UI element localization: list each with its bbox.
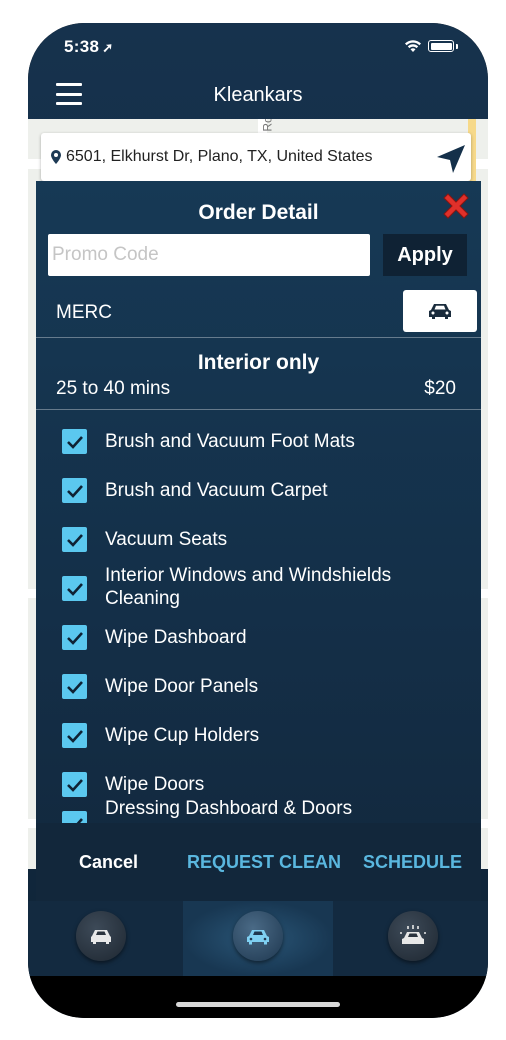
tab-car-wash[interactable]	[233, 911, 283, 961]
checkmark-icon	[66, 778, 83, 792]
close-x-icon[interactable]	[439, 189, 473, 223]
checkbox-checked[interactable]	[62, 478, 87, 503]
battery-icon	[428, 40, 454, 52]
address-bar[interactable]: 6501, Elkhurst Dr, Plano, TX, United Sta…	[41, 133, 471, 181]
car-icon	[429, 304, 451, 319]
car-wash-spray-icon	[400, 925, 426, 944]
apply-button[interactable]: Apply	[383, 234, 467, 276]
checkmark-icon	[66, 484, 83, 498]
checkbox-checked[interactable]	[62, 527, 87, 552]
app-title: Kleankars	[213, 84, 303, 106]
checklist-item-label: Vacuum Seats	[105, 529, 228, 550]
checkmark-icon	[66, 631, 83, 645]
checkmark-icon	[66, 729, 83, 743]
location-arrow-icon: ➚	[102, 40, 114, 55]
order-action-bar: Cancel REQUEST CLEAN SCHEDULE	[36, 823, 481, 901]
status-time: 5:38 ➚	[64, 37, 113, 57]
schedule-button[interactable]: SCHEDULE	[363, 852, 462, 873]
checklist-item-label: Wipe Doors	[105, 774, 205, 795]
checklist-item-label: Interior Windows and Windshields Cleanin…	[105, 565, 392, 609]
navigation-arrow-icon[interactable]	[435, 143, 467, 175]
divider	[36, 409, 481, 410]
checklist-item-label: Wipe Door Panels	[105, 676, 259, 697]
select-car-button[interactable]	[403, 290, 477, 332]
car-icon	[91, 930, 111, 944]
checkmark-icon	[66, 435, 83, 449]
order-detail-modal: Order Detail Apply MERC Interior only 25…	[36, 181, 481, 901]
checkbox-checked[interactable]	[62, 723, 87, 748]
promo-code-input[interactable]	[48, 234, 370, 276]
bottom-tab-bar	[28, 901, 488, 976]
modal-title: Order Detail	[198, 201, 319, 224]
tab-car[interactable]	[76, 911, 126, 961]
checkbox-checked[interactable]	[62, 674, 87, 699]
checkbox-checked[interactable]	[62, 576, 87, 601]
checkmark-icon	[66, 533, 83, 547]
checkbox-checked[interactable]	[62, 429, 87, 454]
checklist-item-label: Brush and Vacuum Foot Mats	[105, 431, 355, 452]
status-bar: 5:38 ➚	[28, 23, 488, 73]
service-duration: 25 to 40 mins	[56, 378, 171, 399]
app-screen: 5:38 ➚ Kleankars Ro 6501, Elkhurst Dr, P…	[28, 23, 488, 1018]
service-name: Interior only	[197, 351, 320, 374]
status-time-text: 5:38	[64, 37, 100, 56]
tab-car-wash-spray[interactable]	[388, 911, 438, 961]
nav-bar: Kleankars	[28, 73, 488, 119]
status-icons	[404, 39, 458, 53]
service-price: $20	[424, 378, 456, 399]
address-text: 6501, Elkhurst Dr, Plano, TX, United Sta…	[66, 148, 373, 165]
checkmark-icon	[66, 582, 83, 596]
home-indicator[interactable]	[176, 1002, 340, 1007]
checklist-item-label: Brush and Vacuum Carpet	[105, 480, 328, 501]
map-street-label: Ro	[260, 119, 275, 132]
service-checklist[interactable]: Brush and Vacuum Foot Mats Brush and Vac…	[36, 413, 481, 823]
car-model-label: MERC	[56, 302, 112, 323]
battery-tip	[456, 43, 458, 49]
checklist-item-label: Wipe Dashboard	[105, 627, 247, 648]
cancel-button[interactable]: Cancel	[79, 852, 138, 873]
divider	[36, 337, 481, 338]
checklist-item-label: Dressing Dashboard & Doors	[105, 798, 353, 819]
checklist-item-label: Wipe Cup Holders	[105, 725, 260, 746]
home-indicator-area	[28, 976, 488, 1018]
checkmark-icon	[66, 680, 83, 694]
car-wash-icon	[247, 930, 269, 945]
checkbox-checked[interactable]	[62, 772, 87, 797]
phone-frame: 5:38 ➚ Kleankars Ro 6501, Elkhurst Dr, P…	[28, 23, 488, 1018]
checkbox-checked[interactable]	[62, 811, 87, 823]
request-clean-button[interactable]: REQUEST CLEAN	[187, 852, 341, 873]
map-pin-icon	[51, 150, 61, 164]
wifi-icon	[405, 40, 421, 52]
checkbox-checked[interactable]	[62, 625, 87, 650]
